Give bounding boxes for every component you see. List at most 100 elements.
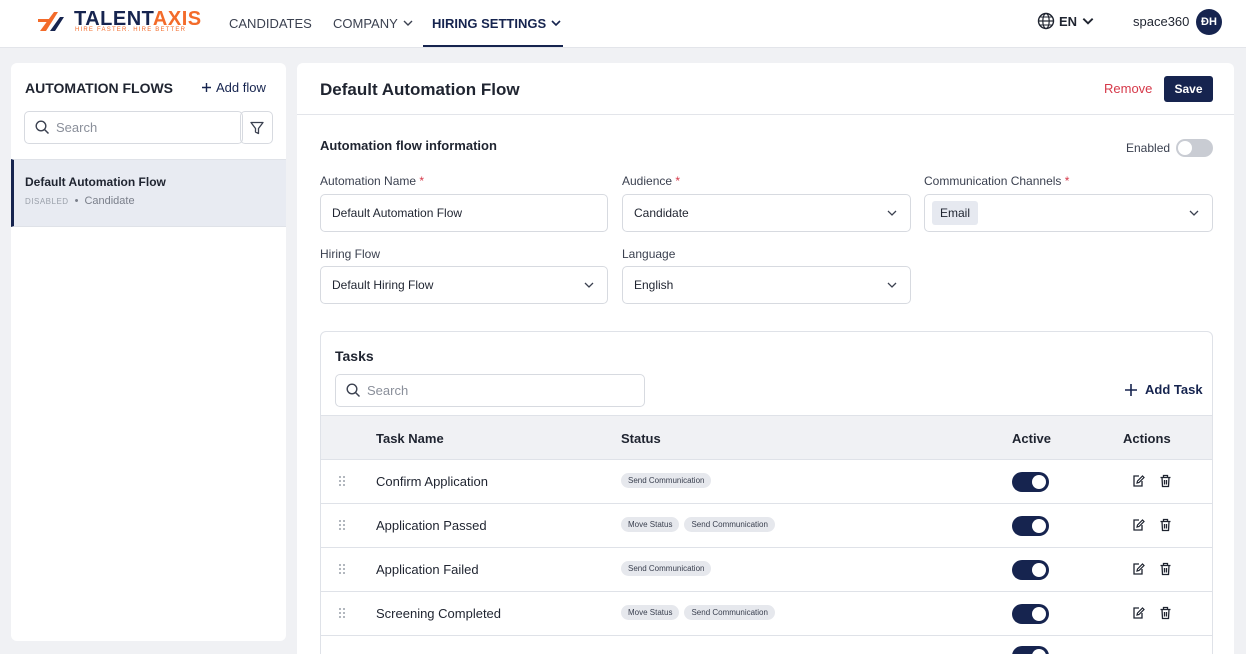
trash-icon[interactable]	[1159, 518, 1172, 532]
status-chip: Send Communication	[621, 561, 712, 576]
plus-icon	[1125, 383, 1137, 396]
task-status-chips: Send Communication	[621, 473, 712, 488]
chevron-down-icon	[1082, 18, 1094, 25]
column-active: Active	[1012, 431, 1052, 446]
add-task-button[interactable]: Add Task	[1124, 382, 1203, 397]
task-name: Screening Completed	[376, 606, 502, 621]
flow-detail-panel: Default Automation Flow Remove Save Auto…	[297, 63, 1234, 654]
task-status-chips: Move Status Send Communication	[621, 605, 775, 620]
edit-icon[interactable]	[1131, 474, 1145, 488]
task-status-chips: Move Status Send Communication	[621, 517, 775, 532]
hiring-flow-label: Hiring Flow	[320, 247, 381, 261]
chevron-down-icon	[551, 20, 561, 27]
table-row[interactable]	[321, 636, 1212, 654]
channels-select[interactable]: Email	[924, 194, 1213, 232]
column-actions: Actions	[1123, 431, 1171, 446]
column-task-name: Task Name	[376, 431, 444, 446]
active-toggle[interactable]	[1012, 646, 1049, 654]
task-name: Application Failed	[376, 562, 479, 577]
chevron-down-icon	[584, 282, 594, 288]
active-toggle[interactable]	[1012, 472, 1049, 492]
task-search-input[interactable]: Search	[335, 374, 645, 407]
nav-company[interactable]: COMPANY	[333, 13, 414, 33]
logo-mark-icon	[38, 12, 64, 31]
filter-icon	[249, 121, 264, 134]
flow-list-item[interactable]: Default Automation Flow DISABLED • Candi…	[11, 159, 286, 227]
globe-icon	[1037, 12, 1055, 30]
language-label: Language	[622, 247, 676, 261]
status-chip: Send Communication	[621, 473, 712, 488]
language-selector[interactable]: EN	[1037, 12, 1095, 30]
nav-active-indicator	[423, 45, 563, 47]
edit-icon[interactable]	[1131, 606, 1145, 620]
separator-dot: •	[74, 195, 79, 207]
active-toggle[interactable]	[1012, 560, 1049, 580]
trash-icon[interactable]	[1159, 474, 1172, 488]
edit-icon[interactable]	[1131, 518, 1145, 532]
remove-button[interactable]: Remove	[1104, 81, 1152, 96]
enabled-toggle[interactable]	[1176, 139, 1214, 157]
flow-item-title: Default Automation Flow	[25, 175, 166, 189]
chevron-down-icon	[887, 210, 897, 216]
talentaxis-logo[interactable]: TALENTAXIS HIRE FASTER. HIRE BETTER	[38, 9, 208, 35]
hiring-flow-select[interactable]: Default Hiring Flow	[320, 266, 608, 304]
search-icon	[346, 383, 361, 398]
nav-hiring-settings[interactable]: HIRING SETTINGS	[432, 13, 562, 33]
task-status-chips: Send Communication	[621, 561, 712, 576]
section-title: Automation flow information	[320, 138, 497, 153]
plus-icon	[202, 83, 211, 92]
nav-candidates[interactable]: CANDIDATES	[229, 13, 312, 33]
edit-icon[interactable]	[1131, 562, 1145, 576]
audience-select[interactable]: Candidate	[622, 194, 911, 232]
avatar[interactable]: ĐH	[1196, 9, 1222, 35]
active-toggle[interactable]	[1012, 516, 1049, 536]
flow-audience: Candidate	[84, 195, 135, 207]
enabled-label: Enabled	[1126, 141, 1171, 155]
table-row[interactable]: Confirm Application Send Communication	[321, 460, 1212, 504]
status-chip: Move Status	[621, 605, 680, 620]
top-navigation: TALENTAXIS HIRE FASTER. HIRE BETTER CAND…	[0, 0, 1246, 48]
task-name: Confirm Application	[376, 474, 488, 489]
drag-handle-icon[interactable]	[338, 519, 346, 531]
automation-flows-sidebar: AUTOMATION FLOWS Add flow Search Default…	[11, 63, 286, 641]
status-chip: Send Communication	[684, 517, 775, 532]
tasks-card: Tasks Search Add Task Task Name Status A…	[320, 331, 1213, 654]
table-row[interactable]: Screening Completed Move Status Send Com…	[321, 592, 1212, 636]
task-name: Application Passed	[376, 518, 487, 533]
username[interactable]: space360	[1133, 14, 1189, 29]
logo-tagline: HIRE FASTER. HIRE BETTER	[75, 27, 187, 33]
audience-label: Audience *	[622, 174, 681, 188]
channel-tag[interactable]: Email	[932, 201, 979, 225]
table-row[interactable]: Application Failed Send Communication	[321, 548, 1212, 592]
drag-handle-icon[interactable]	[338, 563, 346, 575]
status-chip: Move Status	[621, 517, 680, 532]
drag-handle-icon[interactable]	[338, 475, 346, 487]
table-row[interactable]: Application Passed Move Status Send Comm…	[321, 504, 1212, 548]
enabled-toggle-group: Enabled	[1126, 139, 1214, 157]
flow-search-input[interactable]: Search	[24, 111, 243, 144]
automation-name-input[interactable]: Default Automation Flow	[320, 194, 608, 232]
automation-name-label: Automation Name *	[320, 174, 425, 188]
chevron-down-icon	[1189, 210, 1199, 216]
add-flow-button[interactable]: Add flow	[201, 80, 266, 95]
active-toggle[interactable]	[1012, 604, 1049, 624]
flow-item-meta: DISABLED • Candidate	[25, 195, 135, 207]
language-select[interactable]: English	[622, 266, 911, 304]
channels-label: Communication Channels *	[924, 174, 1070, 188]
trash-icon[interactable]	[1159, 562, 1172, 576]
status-chip: Send Communication	[684, 605, 775, 620]
drag-handle-icon[interactable]	[338, 607, 346, 619]
column-status: Status	[621, 431, 661, 446]
flow-status: DISABLED	[25, 196, 69, 206]
sidebar-title: AUTOMATION FLOWS	[25, 80, 174, 96]
page-title: Default Automation Flow	[320, 80, 520, 99]
chevron-down-icon	[403, 20, 413, 26]
tasks-table-header: Task Name Status Active Actions	[321, 415, 1212, 460]
search-icon	[35, 120, 50, 135]
chevron-down-icon	[887, 282, 897, 288]
logo-text: TALENTAXIS	[74, 8, 202, 30]
trash-icon[interactable]	[1159, 606, 1172, 620]
save-button[interactable]: Save	[1164, 76, 1213, 102]
filter-button[interactable]	[240, 111, 273, 144]
tasks-title: Tasks	[335, 348, 374, 364]
